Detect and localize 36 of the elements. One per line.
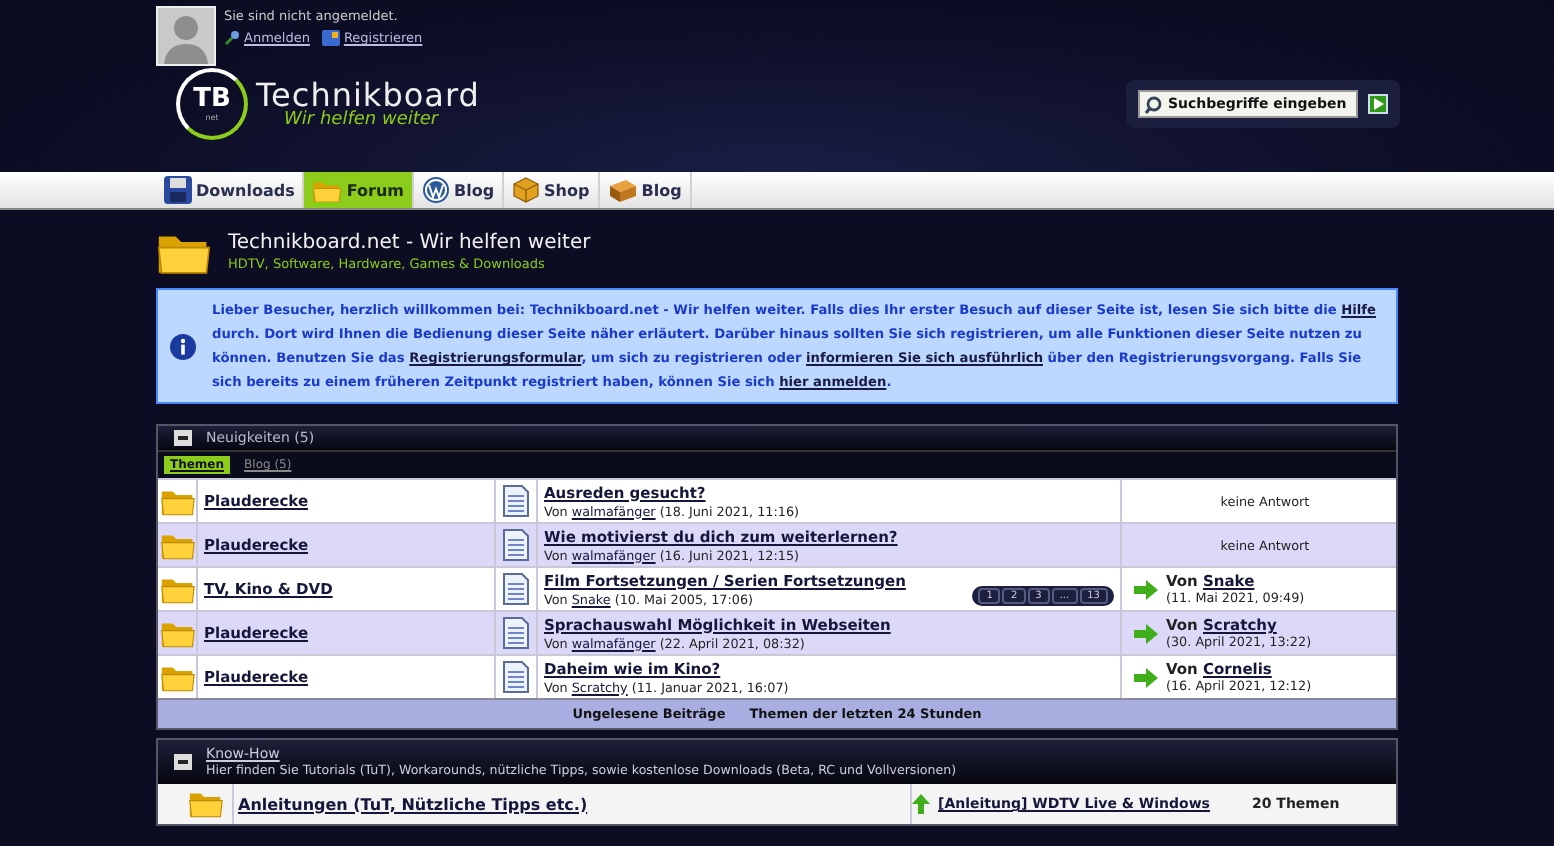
nav-tab[interactable]: Downloads [156, 172, 305, 208]
arrow-icon [1134, 579, 1158, 599]
nav-tab[interactable]: Shop [504, 172, 600, 208]
box-icon [512, 176, 541, 204]
folder-icon [159, 485, 195, 517]
info-icon [170, 333, 196, 359]
w-logo-icon [421, 176, 450, 204]
avatar-placeholder [156, 6, 216, 66]
folder-icon [159, 661, 195, 693]
folder-icon [159, 617, 195, 649]
page-title: Technikboard.net - Wir helfen weiter [228, 232, 591, 254]
folder-icon [159, 529, 195, 561]
logo-badge-text: TB [193, 86, 231, 112]
folder-icon [188, 788, 224, 820]
nav-tab[interactable]: Forum [304, 172, 414, 208]
folder-icon [312, 177, 343, 203]
arrow-icon [912, 794, 930, 814]
logo-name: Technikboard [256, 79, 480, 111]
forum-link[interactable]: Anleitungen (TuT, Nützliche Tipps etc.) [238, 795, 588, 813]
arrow-icon [1134, 623, 1158, 643]
folder-icon [159, 573, 195, 605]
arrow-icon [1134, 667, 1158, 687]
play-icon [1373, 98, 1383, 110]
document-icon [502, 572, 530, 606]
document-icon [502, 528, 530, 562]
nav-tab[interactable]: Blog [599, 172, 692, 208]
document-icon [502, 660, 530, 694]
id-card-icon [321, 30, 340, 46]
document-icon [502, 484, 530, 518]
search-button[interactable] [1368, 94, 1388, 114]
search-icon [1144, 95, 1162, 113]
nav-tab[interactable]: Blog [413, 172, 505, 208]
logo-slogan: Wir helfen weiter [282, 111, 441, 129]
collapse-button[interactable] [174, 430, 192, 446]
document-icon [502, 616, 530, 650]
collapse-button[interactable] [174, 754, 192, 770]
